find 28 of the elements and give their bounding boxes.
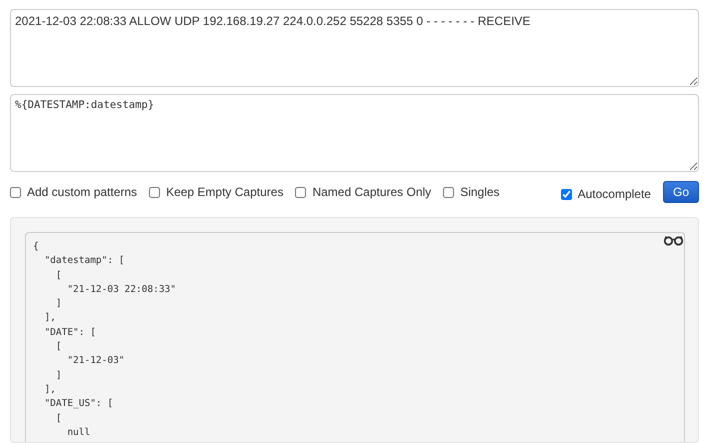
code-line: ],	[43, 311, 57, 326]
pattern-input-field[interactable]: %{DATESTAMP:datestamp}	[10, 94, 699, 172]
code-line: ],	[43, 382, 57, 397]
option-label: Named Captures Only	[312, 185, 432, 199]
checkbox[interactable]	[295, 186, 306, 198]
code-line: "21-12-03"	[66, 354, 126, 368]
code-line: "datestamp": [	[43, 254, 126, 268]
code-line: [	[54, 340, 63, 354]
code-line: {	[33, 240, 40, 254]
checkbox[interactable]	[149, 186, 160, 198]
code-line: ]	[54, 368, 63, 383]
checkbox[interactable]	[443, 186, 454, 198]
checkbox[interactable]	[10, 186, 21, 198]
glasses-icon[interactable]	[663, 235, 684, 246]
code-line: [	[54, 268, 63, 283]
go-button[interactable]: Go	[662, 181, 699, 203]
option-label: Keep Empty Captures	[166, 185, 284, 199]
code-line: [	[54, 412, 63, 426]
option-label: Add custom patterns	[27, 185, 138, 199]
code-line: null	[66, 426, 92, 440]
checkbox[interactable]	[560, 188, 572, 200]
code-line: "DATE": [	[43, 326, 97, 340]
code-line: "DATE_US": [	[43, 397, 114, 412]
log-input-field[interactable]: 2021-12-03 22:08:33 ALLOW UDP 192.168.19.27 224.0.0.252 55228 5355 0 - - - - - - - RECEIVE	[10, 9, 699, 87]
option-label: Autocomplete	[578, 187, 651, 201]
code-line: "21-12-03 22:08:33"	[66, 282, 177, 297]
code-line: ]	[54, 297, 63, 312]
option-label: Singles	[460, 185, 500, 199]
